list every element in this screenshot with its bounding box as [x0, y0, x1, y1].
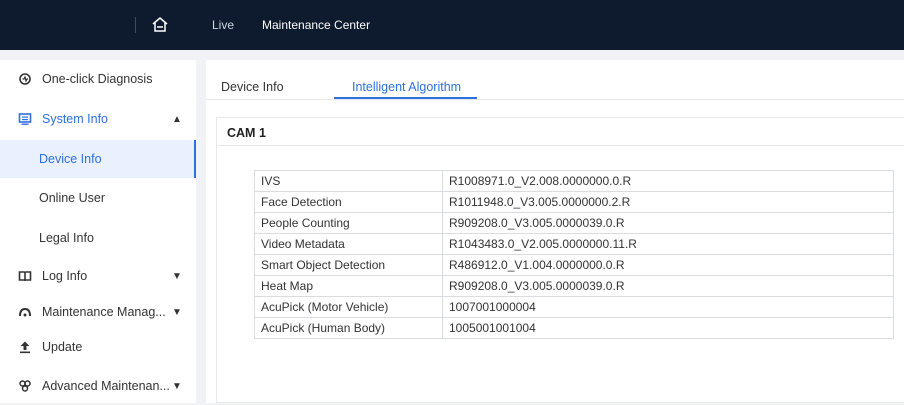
chevron-down-icon: ▼ — [172, 380, 182, 392]
table-row: IVS R1008971.0_V2.008.0000000.0.R — [254, 170, 894, 192]
nav-maintenance-center[interactable]: Maintenance Center — [262, 18, 370, 32]
sidebar-item-maintenance-management[interactable]: Maintenance Manag... ▼ — [0, 293, 196, 331]
algorithm-version: R909208.0_V3.005.0000039.0.R — [442, 275, 894, 297]
sidebar-item-label: Update — [42, 340, 83, 354]
topbar-divider — [135, 17, 136, 33]
table-row: Smart Object Detection R486912.0_V1.004.0… — [254, 254, 894, 276]
maintenance-icon — [18, 305, 32, 319]
chevron-down-icon: ▼ — [172, 306, 182, 318]
table-row: AcuPick (Human Body) 1005001001004 — [254, 317, 894, 339]
chevron-up-icon: ▲ — [172, 113, 182, 125]
algorithm-name: Video Metadata — [254, 233, 443, 255]
cam-panel-title: CAM 1 — [227, 126, 266, 140]
nav-live[interactable]: Live — [212, 18, 234, 32]
sidebar-item-update[interactable]: Update — [0, 328, 196, 366]
table-row: Heat Map R909208.0_V3.005.0000039.0.R — [254, 275, 894, 297]
sidebar-item-label: Advanced Maintenan... — [42, 379, 170, 393]
chevron-down-icon: ▼ — [172, 270, 182, 282]
book-icon — [18, 269, 32, 283]
algorithm-version: R1043483.0_V2.005.0000000.11.R — [442, 233, 894, 255]
algorithm-name: Smart Object Detection — [254, 254, 443, 276]
advanced-maintenance-icon — [18, 379, 32, 393]
algorithm-name: Heat Map — [254, 275, 443, 297]
algorithm-table: IVS R1008971.0_V2.008.0000000.0.R Face De… — [254, 170, 894, 339]
table-row: People Counting R909208.0_V3.005.0000039.… — [254, 212, 894, 234]
algorithm-name: Face Detection — [254, 191, 443, 213]
sidebar-item-system-info[interactable]: System Info ▲ — [0, 100, 196, 138]
sidebar-item-advanced-maintenance[interactable]: Advanced Maintenan... ▼ — [0, 367, 196, 405]
cam-panel: CAM 1 IVS R1008971.0_V2.008.0000000.0.R F… — [216, 117, 904, 403]
algorithm-name: AcuPick (Motor Vehicle) — [254, 296, 443, 318]
tab-device-info[interactable]: Device Info — [221, 80, 284, 94]
algorithm-version: R486912.0_V1.004.0000000.0.R — [442, 254, 894, 276]
sidebar-item-label: Maintenance Manag... — [42, 305, 166, 319]
update-icon — [18, 340, 32, 354]
algorithm-version: R1011948.0_V3.005.0000000.2.R — [442, 191, 894, 213]
diagnosis-icon — [18, 72, 32, 86]
algorithm-version: R909208.0_V3.005.0000039.0.R — [442, 212, 894, 234]
active-tab-indicator — [334, 97, 477, 99]
algorithm-version: 1007001000004 — [442, 296, 894, 318]
main-content: Device Info Intelligent Algorithm CAM 1 … — [206, 60, 904, 403]
table-row: AcuPick (Motor Vehicle) 1007001000004 — [254, 296, 894, 318]
algorithm-name: IVS — [254, 170, 443, 192]
top-bar: Live Maintenance Center — [0, 0, 904, 50]
sidebar-item-one-click-diagnosis[interactable]: One-click Diagnosis — [0, 60, 196, 98]
sidebar-item-label: One-click Diagnosis — [42, 72, 153, 86]
sidebar-subitem-online-user[interactable]: Online User — [0, 179, 196, 217]
tab-bar: Device Info Intelligent Algorithm — [206, 60, 904, 100]
tab-intelligent-algorithm[interactable]: Intelligent Algorithm — [352, 80, 461, 94]
cam-panel-header: CAM 1 — [217, 118, 904, 146]
sidebar-item-log-info[interactable]: Log Info ▼ — [0, 257, 196, 295]
home-icon[interactable] — [150, 15, 170, 35]
monitor-icon — [18, 112, 32, 126]
sidebar-item-label: System Info — [42, 112, 108, 126]
sidebar-item-label: Log Info — [42, 269, 88, 283]
algorithm-version: R1008971.0_V2.008.0000000.0.R — [442, 170, 894, 192]
algorithm-name: People Counting — [254, 212, 443, 234]
table-row: Video Metadata R1043483.0_V2.005.0000000.… — [254, 233, 894, 255]
algorithm-version: 1005001001004 — [442, 317, 894, 339]
sidebar-subitem-device-info[interactable]: Device Info — [0, 140, 196, 178]
sidebar: One-click Diagnosis System Info ▲ Device… — [0, 60, 196, 403]
sidebar-subitem-legal-info[interactable]: Legal Info — [0, 219, 196, 257]
algorithm-name: AcuPick (Human Body) — [254, 317, 443, 339]
table-row: Face Detection R1011948.0_V3.005.0000000.… — [254, 191, 894, 213]
